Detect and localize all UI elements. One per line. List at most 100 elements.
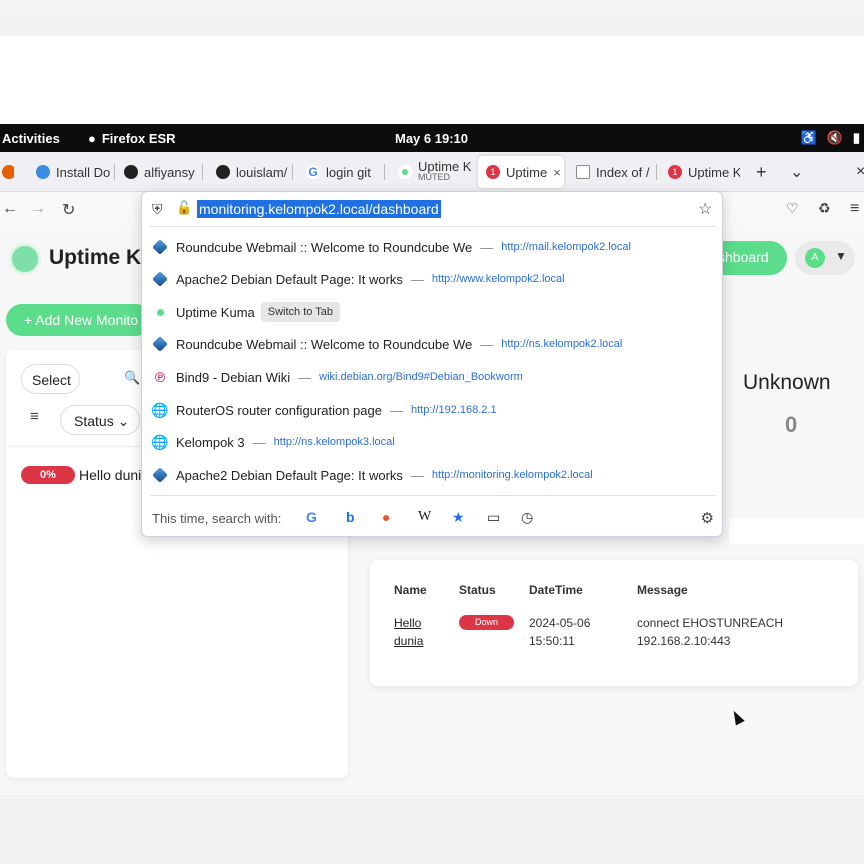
suggestion-row[interactable]: Roundcube Webmail :: Welcome to Roundcub… (150, 329, 716, 359)
firefox-icon: ● (88, 131, 96, 146)
event-message-line2: 192.168.2.10:443 (637, 634, 731, 648)
accessibility-icon: ♿ (800, 130, 817, 145)
background-band-white (0, 36, 864, 124)
close-tab-icon[interactable]: × (553, 165, 561, 180)
pocket-icon[interactable]: ♡ (786, 200, 799, 217)
tabs-icon[interactable]: ▭ (487, 509, 500, 526)
tab-4[interactable]: Uptime K MUTED (390, 156, 474, 188)
column-header-datetime: DateTime (529, 583, 583, 597)
volume-muted-icon: 🔇 (826, 130, 843, 145)
event-date: 2024-05-06 (529, 616, 591, 630)
suggestion-row[interactable]: Apache2 Debian Default Page: It works — … (150, 460, 716, 490)
uptime-kuma-logo (12, 246, 38, 272)
event-time: 15:50:11 (529, 634, 575, 648)
debian-cube-icon (152, 239, 168, 255)
suggestion-row[interactable]: ℗ Bind9 - Debian Wiki — wiki.debian.org/… (150, 362, 716, 392)
event-monitor-link[interactable]: Hello dunia (394, 614, 423, 650)
tab-6[interactable]: Index of / (568, 156, 654, 188)
switch-to-tab-button[interactable]: Switch to Tab (260, 302, 340, 322)
firefox-view-button[interactable] (0, 156, 14, 188)
reload-icon[interactable]: ↻ (62, 200, 75, 220)
separator-dash: — (480, 336, 494, 352)
suggestion-row[interactable]: Apache2 Debian Default Page: It works — … (150, 264, 716, 294)
tab-muted-label: MUTED (418, 172, 450, 182)
history-icon[interactable]: ◷ (521, 509, 533, 526)
tab-3[interactable]: G login git (298, 156, 382, 188)
separator-dash: — (410, 467, 424, 483)
tab-label: louislam/ (236, 164, 288, 180)
list-all-tabs-button[interactable]: ⌄ (782, 156, 810, 188)
system-tray[interactable]: ♿ 🔇 ▮ (800, 130, 860, 146)
tab-5-active[interactable]: 1 Uptime × (478, 156, 564, 188)
uptime-kuma-icon (152, 304, 168, 320)
uptime-kuma-alert-icon: 1 (668, 165, 682, 179)
suggestion-row[interactable]: 🌐 Kelompok 3 — http://ns.kelompok3.local (150, 427, 716, 457)
menu-icon[interactable]: ≡ (850, 200, 859, 218)
tab-label: Index of / (596, 164, 650, 180)
unknown-label: Unknown (743, 371, 831, 394)
suggestion-url: wiki.debian.org/Bind9#Debian_Bookworm (319, 371, 523, 383)
bookmark-star-icon[interactable]: ☆ (698, 199, 712, 219)
search-icon[interactable]: 🔍 (124, 370, 140, 386)
url-input[interactable]: monitoring.kelompok2.local/dashboard (197, 200, 441, 218)
tracking-protection-shield-icon[interactable]: ⛨ (152, 201, 163, 218)
suggestion-url: http://ns.kelompok3.local (273, 436, 395, 448)
globe-icon (36, 165, 50, 179)
suggestion-title: RouterOS router configuration page (176, 402, 382, 418)
firefox-view-icon (2, 165, 14, 179)
new-tab-button[interactable]: + (748, 156, 776, 188)
separator-dash: — (480, 239, 494, 255)
unknown-count: 0 (785, 412, 798, 437)
google-icon[interactable]: G (306, 509, 317, 525)
filter-menu-icon[interactable]: ≡ (30, 408, 39, 425)
suggestion-url: http://www.kelompok2.local (431, 273, 565, 285)
suggestion-row-switch-tab[interactable]: Uptime Kuma Switch to Tab (150, 297, 716, 327)
select-button[interactable]: Select (21, 364, 80, 394)
event-datetime: 2024-05-06 15:50:11 (529, 614, 590, 650)
insecure-lock-icon[interactable]: 🔓 (176, 200, 192, 216)
bing-icon[interactable]: b (346, 509, 355, 525)
separator-dash: — (410, 271, 424, 287)
url-bar-dropdown: ⛨ 🔓 monitoring.kelompok2.local/dashboard… (141, 191, 723, 537)
search-settings-gear-icon[interactable]: ⚙ (701, 509, 714, 527)
suggestion-url: http://192.168.2.1 (410, 404, 497, 416)
close-window-button[interactable]: × (848, 156, 864, 188)
globe-icon: 🌐 (151, 433, 169, 450)
tab-1[interactable]: alfiyansy (116, 156, 202, 188)
extensions-icon[interactable]: ♻ (818, 200, 831, 217)
duckduckgo-icon[interactable]: ● (382, 509, 390, 525)
status-filter-dropdown[interactable]: Status ⌄ (60, 405, 140, 435)
activities-button[interactable]: Activities (2, 131, 60, 146)
bookmarks-icon[interactable]: ★ (452, 509, 465, 526)
app-menu[interactable]: ● Firefox ESR (88, 131, 176, 146)
separator-dash: — (389, 402, 403, 418)
monitor-list-item[interactable]: Hello duni (79, 467, 141, 483)
suggestion-row[interactable]: Roundcube Webmail :: Welcome to Roundcub… (150, 232, 716, 262)
card-edge (729, 518, 864, 544)
gnome-top-bar: Activities ● Firefox ESR May 6 19:10 ♿ 🔇… (0, 124, 864, 152)
tab-2[interactable]: louislam/ (208, 156, 292, 188)
event-name-line1: Hello (394, 616, 422, 630)
forward-arrow-icon[interactable]: → (30, 200, 46, 218)
clock[interactable]: May 6 19:10 (395, 131, 468, 146)
tab-0[interactable]: Install Do (28, 156, 114, 188)
uptime-kuma-alert-icon: 1 (486, 165, 500, 179)
tab-label: alfiyansy (144, 164, 195, 180)
suggestion-title: Roundcube Webmail :: Welcome to Roundcub… (176, 239, 473, 255)
wikipedia-icon[interactable]: W (418, 509, 431, 525)
suggestion-url: http://mail.kelompok2.local (501, 241, 631, 253)
uptime-kuma-icon (398, 165, 412, 179)
divider (150, 226, 716, 227)
debian-cube-icon (152, 467, 168, 483)
suggestion-title: Roundcube Webmail :: Welcome to Roundcub… (176, 336, 473, 352)
background-band-bottom (0, 795, 864, 864)
suggestion-row[interactable]: 🌐 RouterOS router configuration page — h… (150, 395, 716, 425)
tab-label: Uptime K (418, 159, 472, 174)
app-name: Firefox ESR (101, 131, 176, 146)
add-new-monitor-button[interactable]: + Add New Monito (6, 304, 152, 336)
back-arrow-icon[interactable]: ← (2, 200, 18, 218)
profile-menu[interactable]: A ▼ (795, 241, 855, 275)
tab-7[interactable]: 1 Uptime K (660, 156, 740, 188)
debian-swirl-icon: ℗ (154, 369, 166, 385)
status-badge: Down (459, 615, 514, 630)
